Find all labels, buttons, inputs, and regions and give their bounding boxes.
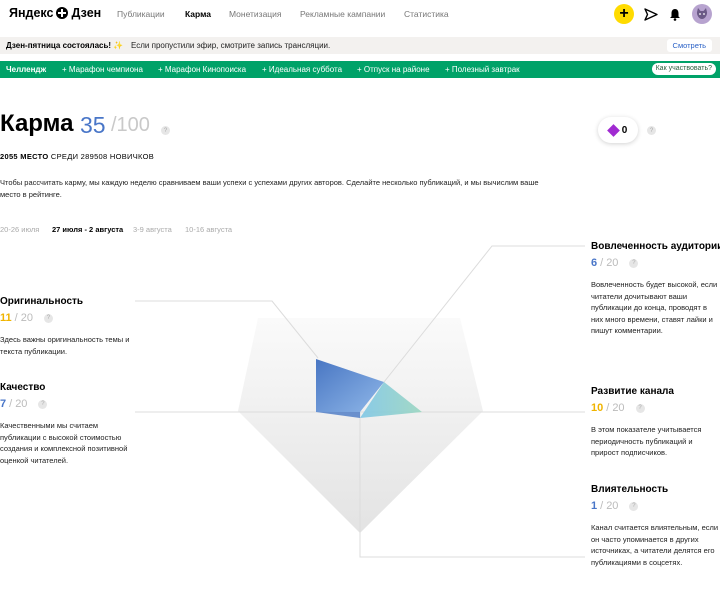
metric-description: Качественными мы считаем публикации с вы… [0, 421, 128, 465]
challenge-tag-label: Отпуск на районе [363, 65, 430, 74]
metric-name: Развитие канала [591, 386, 674, 397]
challenge-tag-saturday[interactable]: + Идеальная суббота [262, 65, 342, 74]
place-rest: СРЕДИ 289508 НОВИЧКОВ [50, 152, 155, 161]
metric-score: 10 [591, 402, 604, 414]
nav-monetization[interactable]: Монетизация [229, 9, 282, 19]
nav-publications[interactable]: Публикации [117, 9, 165, 19]
radar-background [238, 318, 483, 533]
challenge-tag-label: Идеальная суббота [268, 65, 343, 74]
help-icon[interactable]: ? [629, 258, 639, 268]
challenge-tag-breakfast[interactable]: + Полезный завтрак [445, 65, 520, 74]
banner-text: Если пропустили эфир, смотрите запись тр… [131, 41, 331, 50]
karma-description: Чтобы рассчитать карму, мы каждую неделю… [0, 178, 539, 199]
radar-value-shape-bottom [316, 412, 360, 418]
send-icon[interactable] [644, 7, 658, 21]
week-tab-4[interactable]: 10-16 августа [185, 225, 232, 234]
radar-value-shape-right [360, 382, 422, 418]
metric-originality: Оригинальность 11 / 20 ? Здесь важны ори… [0, 296, 130, 357]
metric-quality: Качество 7 / 20 ? Качественными мы счита… [0, 382, 130, 466]
metric-max: 20 [612, 402, 625, 414]
gem-icon [606, 123, 620, 137]
bell-icon[interactable] [668, 7, 682, 21]
challenge-tag-label: Полезный завтрак [451, 65, 520, 74]
connector-engagement [383, 245, 585, 383]
challenge-label: Челлендж [6, 65, 47, 74]
connector-influence [359, 412, 585, 558]
help-icon[interactable]: ? [635, 403, 645, 413]
nav-statistics[interactable]: Статистика [404, 9, 449, 19]
challenge-tag-champion[interactable]: + Марафон чемпиона [62, 65, 143, 74]
metric-max: 20 [15, 398, 28, 410]
avatar[interactable] [692, 4, 712, 24]
help-icon[interactable]: ? [43, 313, 53, 323]
metric-value: 6 / 20 ? [591, 257, 719, 269]
metric-name: Оригинальность [0, 296, 84, 307]
challenge-tag-kinopoisk[interactable]: + Марафон Кинопоиска [158, 65, 246, 74]
logo-suffix: Дзен [71, 6, 102, 20]
week-tab-1[interactable]: 20-26 июля [0, 225, 39, 234]
how-to-participate-button[interactable]: Как участвовать? [651, 63, 716, 75]
metric-description: Здесь важны оригинальность темы и текста… [0, 335, 130, 356]
metric-growth: Развитие канала 10 / 20 ? В этом показат… [591, 386, 719, 459]
logo[interactable]: Яндекс Дзен [9, 6, 101, 20]
metric-name: Качество [0, 382, 46, 393]
radar-value-shape-left [316, 359, 384, 412]
add-button[interactable]: + [614, 4, 634, 24]
karma-score: 35 [80, 112, 106, 138]
challenge-bar: Челлендж + Марафон чемпиона + Марафон Ки… [0, 61, 720, 78]
metric-score: 6 [591, 257, 598, 269]
logo-icon [56, 7, 69, 19]
metric-value: 11 / 20 ? [0, 312, 130, 324]
metric-max: 20 [606, 257, 619, 269]
metric-max: 20 [606, 500, 619, 512]
metric-value: 7 / 20 ? [0, 398, 130, 410]
metric-score: 1 [591, 500, 598, 512]
metric-score: 7 [0, 398, 7, 410]
metric-influence: Влиятельность 1 / 20 ? Канал считается в… [591, 484, 719, 568]
help-icon[interactable]: ? [647, 126, 656, 135]
help-icon[interactable]: ? [38, 399, 48, 409]
challenge-tag-vacation[interactable]: + Отпуск на районе [357, 65, 430, 74]
week-tab-2[interactable]: 27 июля - 2 августа [52, 225, 123, 234]
metric-score: 11 [0, 312, 12, 324]
metric-max: 20 [20, 312, 33, 324]
help-icon[interactable]: ? [161, 126, 170, 135]
metric-name: Вовлеченность аудитории [591, 241, 720, 252]
challenge-tag-label: Марафон Кинопоиска [164, 65, 247, 74]
logo-text: Яндекс [9, 6, 54, 20]
page-title: Карма [0, 110, 74, 137]
challenge-tag-label: Марафон чемпиона [68, 65, 143, 74]
connector-originality [135, 300, 319, 359]
metric-description: Вовлеченность будет высокой, если читате… [591, 280, 718, 335]
metric-value: 1 / 20 ? [591, 500, 719, 512]
week-tab-3[interactable]: 3-9 августа [133, 225, 172, 234]
metric-description: Канал считается влиятельным, если он час… [591, 523, 719, 567]
metric-description: В этом показателе учитывается периодично… [591, 425, 702, 457]
nav-karma[interactable]: Карма [185, 9, 211, 19]
announcement-banner: Дзен-пятница состоялась! ✨ Если пропусти… [0, 37, 720, 54]
banner-title: Дзен-пятница состоялась! ✨ [6, 41, 124, 50]
gems-counter[interactable]: 0 [598, 117, 638, 143]
metric-engagement: Вовлеченность аудитории 6 / 20 ? Вовлече… [591, 241, 720, 337]
watch-button[interactable]: Смотреть [666, 39, 712, 52]
karma-max: /100 [111, 114, 150, 136]
top-navigation: Яндекс Дзен Публикации Карма Монетизация… [0, 0, 720, 30]
metric-name: Влиятельность [591, 484, 669, 495]
place-number: 2055 МЕСТО [0, 152, 49, 161]
metric-value: 10 / 20 ? [591, 402, 719, 414]
gems-value: 0 [621, 124, 628, 136]
nav-ad-campaigns[interactable]: Рекламные кампании [300, 9, 385, 19]
rating-place: 2055 МЕСТО СРЕДИ 289508 НОВИЧКОВ [0, 152, 154, 161]
help-icon[interactable]: ? [629, 501, 639, 511]
